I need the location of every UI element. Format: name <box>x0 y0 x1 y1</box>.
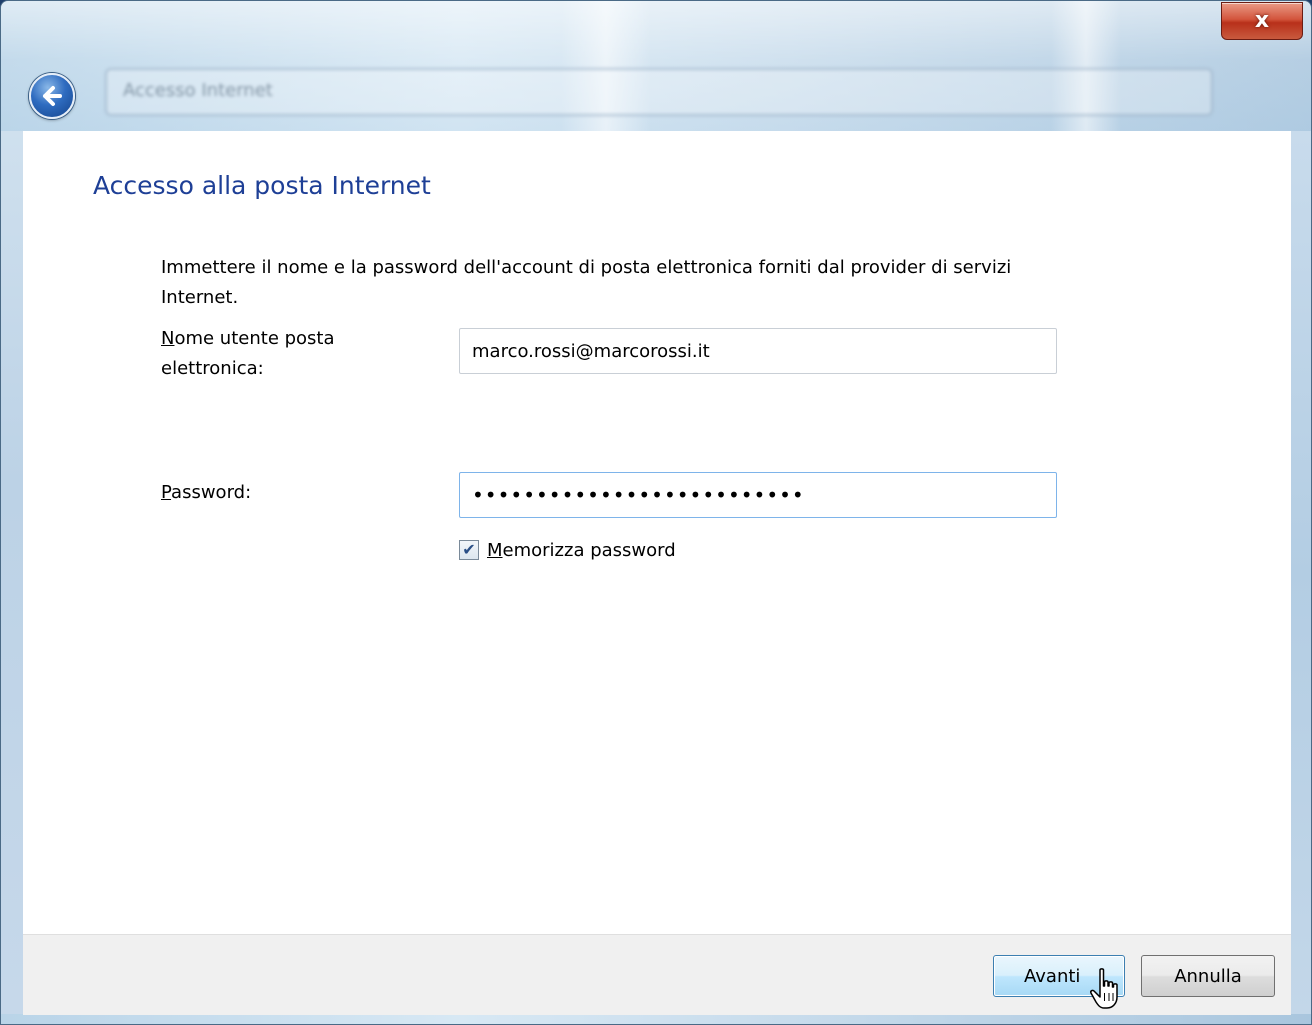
hand-pointer-icon <box>1090 968 1118 1009</box>
back-button[interactable] <box>29 73 75 119</box>
email-username-input[interactable] <box>459 328 1057 374</box>
close-icon: x <box>1254 8 1270 33</box>
remember-password-checkbox[interactable]: ✔ Memorizza password <box>459 535 676 565</box>
window-frame-left <box>1 131 23 1014</box>
remember-password-label: Memorizza password <box>487 540 676 561</box>
address-bar: Accesso Internet <box>105 68 1213 116</box>
back-arrow-icon <box>43 86 62 106</box>
checkbox-box[interactable]: ✔ <box>459 540 479 560</box>
cancel-button[interactable]: Annulla <box>1141 955 1275 997</box>
checkmark-icon: ✔ <box>462 540 476 559</box>
password-input[interactable] <box>459 472 1057 518</box>
password-label: Password: <box>161 478 421 508</box>
remember-label-text: emorizza password <box>502 539 676 561</box>
username-label-mnemonic: N <box>161 328 175 349</box>
password-label-text: assword: <box>171 482 252 503</box>
password-label-mnemonic: P <box>161 482 172 503</box>
address-text: Accesso Internet <box>123 80 273 101</box>
username-label: Nome utente posta elettronica: <box>161 324 421 384</box>
window-frame-right <box>1289 131 1311 1014</box>
remember-label-mnemonic: M <box>487 539 503 561</box>
close-button[interactable]: x <box>1221 2 1303 40</box>
username-label-text: ome utente posta elettronica: <box>161 328 335 379</box>
instructions-text: Immettere il nome e la password dell'acc… <box>161 257 1012 308</box>
wizard-window: x Accesso Internet Accesso alla posta In… <box>0 0 1312 1025</box>
wizard-content: Accesso alla posta Internet Immettere il… <box>23 131 1291 934</box>
page-title: Accesso alla posta Internet <box>93 171 431 200</box>
